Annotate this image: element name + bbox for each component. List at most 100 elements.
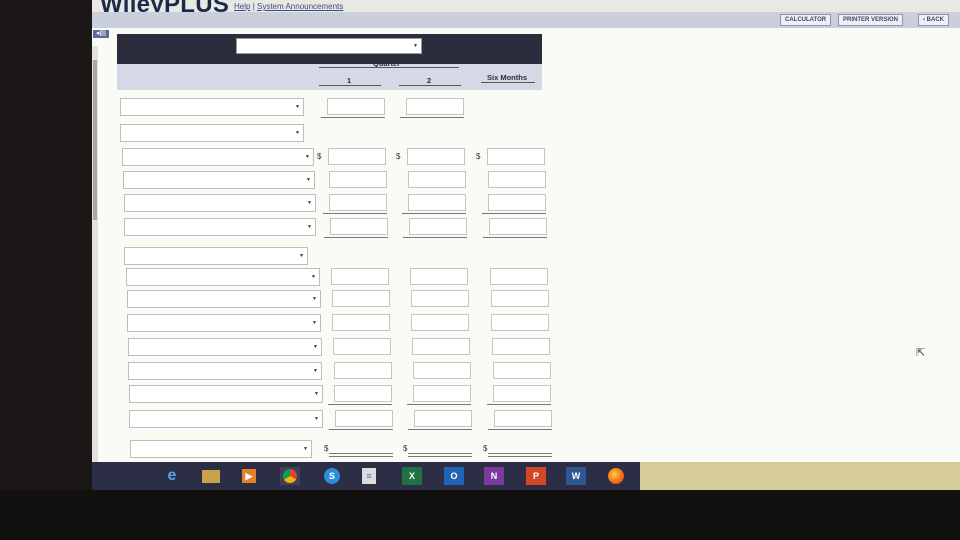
total-double-rule (329, 453, 393, 454)
firefox-icon[interactable] (606, 467, 626, 485)
row-13-input-q1[interactable] (334, 385, 392, 402)
printer-version-button[interactable]: PRINTER VERSION (838, 14, 904, 26)
row-14-account-select[interactable]: ▼ (129, 410, 323, 428)
row-6-account-select[interactable]: ▼ (124, 218, 316, 236)
chevron-down-icon: ▼ (313, 368, 318, 374)
help-link[interactable]: Help (234, 2, 250, 11)
row-8-input-q2[interactable] (410, 268, 468, 285)
currency-symbol: $ (317, 152, 322, 161)
system-announcements-link[interactable]: System Announcements (257, 2, 343, 11)
subtotal-rule (329, 429, 393, 430)
row-14-input-q1[interactable] (335, 410, 393, 427)
notepad-icon[interactable]: ≡ (362, 468, 376, 484)
chrome-icon[interactable] (280, 467, 300, 485)
row-4-input-q2[interactable] (408, 171, 466, 188)
row-10-input-q1[interactable] (332, 314, 390, 331)
back-button[interactable]: ‹ BACK (918, 14, 949, 26)
row-3-account-select[interactable]: ▼ (122, 148, 314, 166)
row-9-account-select[interactable]: ▼ (127, 290, 321, 308)
row-7-account-select[interactable]: ▼ (124, 247, 308, 265)
currency-symbol: $ (396, 152, 401, 161)
powerpoint-icon[interactable]: P (526, 467, 546, 485)
outlook-icon[interactable]: O (444, 467, 464, 485)
row-9-input-six-months[interactable] (491, 290, 549, 307)
excel-icon[interactable]: X (402, 467, 422, 485)
row-13-account-select[interactable]: ▼ (129, 385, 323, 403)
currency-symbol: $ (324, 444, 329, 453)
row-6-input-six-months[interactable] (489, 218, 547, 235)
windows-taskbar: e ▶ S ≡ X O N P W (92, 462, 960, 490)
row-4-input-q1[interactable] (329, 171, 387, 188)
row-3-input-q1[interactable] (328, 148, 386, 165)
row-4-input-six-months[interactable] (488, 171, 546, 188)
word-icon[interactable]: W (566, 467, 586, 485)
row-8-account-select[interactable]: ▼ (126, 268, 320, 286)
assignment-toolbar: CALCULATOR PRINTER VERSION ‹ BACK (92, 12, 960, 29)
row-2-account-select[interactable]: ▼ (120, 124, 304, 142)
row-5-account-select[interactable]: ▼ (124, 194, 316, 212)
row-6-input-q1[interactable] (330, 218, 388, 235)
chevron-down-icon: ▼ (295, 130, 300, 136)
chevron-down-icon: ▼ (307, 200, 312, 206)
row-4-account-select[interactable]: ▼ (123, 171, 315, 189)
subtotal-rule (408, 429, 472, 430)
row-14-input-q2[interactable] (414, 410, 472, 427)
row-11-account-select[interactable]: ▼ (128, 338, 322, 356)
row-3-input-q2[interactable] (407, 148, 465, 165)
budget-title-select[interactable]: ▼ (236, 38, 422, 54)
row-1-account-select[interactable]: ▼ (120, 98, 304, 116)
internet-explorer-icon[interactable]: e (162, 467, 182, 485)
subtotal-rule (323, 213, 387, 214)
row-13-input-six-months[interactable] (493, 385, 551, 402)
row-12-input-six-months[interactable] (493, 362, 551, 379)
row-8-input-six-months[interactable] (490, 268, 548, 285)
budget-form-header: ▼ Quarter 1 2 Six Months (117, 34, 542, 90)
row-14-input-six-months[interactable] (494, 410, 552, 427)
row-9-input-q2[interactable] (411, 290, 469, 307)
skype-icon[interactable]: S (322, 467, 342, 485)
chevron-down-icon: ▼ (312, 296, 317, 302)
row-11-input-q2[interactable] (412, 338, 470, 355)
row-8-input-q1[interactable] (331, 268, 389, 285)
subtotal-rule (328, 404, 392, 405)
row-11-input-q1[interactable] (333, 338, 391, 355)
link-separator: | (252, 2, 255, 11)
row-11-input-six-months[interactable] (492, 338, 550, 355)
expand-panel-icon[interactable]: ◂▤ (93, 30, 109, 38)
media-player-icon[interactable]: ▶ (242, 469, 256, 483)
page-scrollbar[interactable] (92, 46, 98, 462)
row-10-account-select[interactable]: ▼ (127, 314, 321, 332)
currency-symbol: $ (483, 444, 488, 453)
scrollbar-thumb[interactable] (93, 60, 97, 220)
onenote-icon[interactable]: N (484, 467, 504, 485)
row-12-input-q2[interactable] (413, 362, 471, 379)
row-1-input-q1[interactable] (327, 98, 385, 115)
row-5-input-six-months[interactable] (488, 194, 546, 211)
chevron-down-icon: ▼ (314, 391, 319, 397)
row-13-input-q2[interactable] (413, 385, 471, 402)
chevron-down-icon: ▼ (313, 344, 318, 350)
total-double-rule (488, 453, 552, 454)
chevron-down-icon: ▼ (305, 154, 310, 160)
row-6-input-q2[interactable] (409, 218, 467, 235)
row-10-input-q2[interactable] (411, 314, 469, 331)
row-12-input-q1[interactable] (334, 362, 392, 379)
subtotal-rule (400, 117, 464, 118)
row-12-account-select[interactable]: ▼ (128, 362, 322, 380)
column-rule-six-months (481, 82, 535, 83)
calculator-button[interactable]: CALCULATOR (780, 14, 832, 26)
file-explorer-icon[interactable] (202, 470, 220, 483)
row-15-account-select[interactable]: ▼ (130, 440, 312, 458)
row-1-input-q2[interactable] (406, 98, 464, 115)
mouse-cursor-icon: ⇱ (916, 347, 926, 359)
row-3-input-six-months[interactable] (487, 148, 545, 165)
currency-symbol: $ (403, 444, 408, 453)
row-5-input-q2[interactable] (408, 194, 466, 211)
chevron-down-icon: ▼ (413, 43, 418, 49)
row-10-input-six-months[interactable] (491, 314, 549, 331)
content-area: ◂▤ ▼ Quarter 1 2 Six Months ▼ ▼ ▼ $ $ $ ▼ ▼ ▼ ▼ ▼ ▼… (92, 28, 960, 462)
chevron-down-icon: ▼ (306, 177, 311, 183)
monitor-bezel (0, 490, 960, 540)
row-5-input-q1[interactable] (329, 194, 387, 211)
row-9-input-q1[interactable] (332, 290, 390, 307)
